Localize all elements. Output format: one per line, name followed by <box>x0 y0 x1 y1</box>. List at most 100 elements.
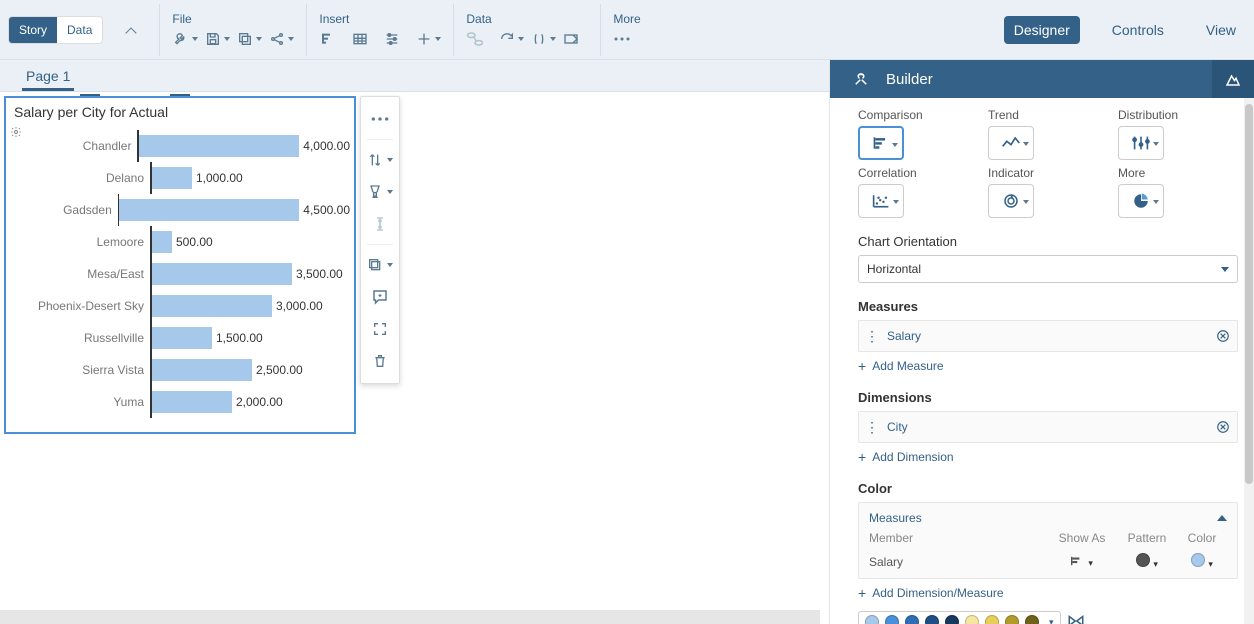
trend-type-button[interactable] <box>988 126 1034 160</box>
drag-handle-icon[interactable]: ⋮ <box>865 328 879 345</box>
variables-icon[interactable] <box>530 30 548 48</box>
legend-icon[interactable] <box>1067 614 1085 624</box>
link-data-icon[interactable] <box>466 30 484 48</box>
barchart-icon[interactable] <box>319 30 337 48</box>
builder-panel: Builder Comparison Trend Distribution Co… <box>829 60 1254 624</box>
measure-chip-label: Salary <box>887 329 921 343</box>
showas-selector[interactable]: ▾ <box>1047 555 1117 569</box>
wrench-icon[interactable] <box>172 30 190 48</box>
more-actions-icon[interactable] <box>366 105 394 133</box>
trash-icon[interactable] <box>366 347 394 375</box>
more-label: More <box>613 12 640 26</box>
bar[interactable] <box>152 359 252 381</box>
correlation-type-button[interactable] <box>858 184 904 218</box>
bar[interactable] <box>139 135 299 157</box>
showas-col-label: Show As <box>1047 531 1117 545</box>
value-label: 2,000.00 <box>236 395 283 409</box>
more-types-button[interactable] <box>1118 184 1164 218</box>
builder-tools-icon[interactable] <box>842 70 880 88</box>
value-label: 3,500.00 <box>296 267 343 281</box>
drag-handle-icon[interactable]: ⋮ <box>865 419 879 436</box>
chart-type-grid: Comparison Trend Distribution Correlatio… <box>858 108 1238 218</box>
palette-selector[interactable]: ▾ <box>858 611 1061 624</box>
chart-row: Lemoore500.00 <box>10 226 350 258</box>
orientation-dropdown[interactable]: Horizontal <box>858 255 1238 283</box>
palette-swatch[interactable] <box>905 615 919 624</box>
rank-icon[interactable] <box>366 178 394 206</box>
save-icon[interactable] <box>204 30 222 48</box>
comment-icon[interactable] <box>366 283 394 311</box>
add-dim-measure-link[interactable]: Add Dimension/Measure <box>858 585 1238 601</box>
copy-chart-icon[interactable] <box>366 251 394 279</box>
color-box: Measures Member Show As Pattern Color Sa… <box>858 502 1238 579</box>
canvas[interactable]: Salary per City for Actual Chandler4,000… <box>0 92 429 624</box>
more-icon[interactable] <box>613 30 631 48</box>
plus-icon[interactable] <box>415 30 433 48</box>
collapse-ribbon-icon[interactable] <box>126 27 137 38</box>
remove-measure-icon[interactable] <box>1215 328 1231 344</box>
top-toolbar: Story Data File Insert Data <box>0 0 1254 60</box>
palette-swatch[interactable] <box>985 615 999 624</box>
distribution-label: Distribution <box>1118 108 1238 122</box>
measure-chip[interactable]: ⋮ Salary <box>858 320 1238 352</box>
color-member-row: Salary ▾ ▾ ▾ <box>869 553 1227 570</box>
mode-data[interactable]: Data <box>57 17 102 43</box>
gear-icon[interactable] <box>10 126 22 138</box>
refresh-icon[interactable] <box>498 30 516 48</box>
bar[interactable] <box>152 327 212 349</box>
comparison-label: Comparison <box>858 108 978 122</box>
bar[interactable] <box>152 391 232 413</box>
copy-icon[interactable] <box>236 30 254 48</box>
indicator-type-button[interactable] <box>988 184 1034 218</box>
palette-swatch[interactable] <box>1005 615 1019 624</box>
status-bar <box>0 610 820 624</box>
value-label: 500.00 <box>176 235 213 249</box>
controls-tab[interactable]: Controls <box>1102 16 1174 44</box>
color-header: Color <box>858 481 1238 496</box>
builder-header: Builder <box>830 60 1254 98</box>
palette-swatch[interactable] <box>1025 615 1039 624</box>
palette-swatch[interactable] <box>965 615 979 624</box>
bar[interactable] <box>152 167 192 189</box>
palette-swatch[interactable] <box>885 615 899 624</box>
distribution-type-button[interactable] <box>1118 126 1164 160</box>
palette-swatch[interactable] <box>865 615 879 624</box>
comparison-type-button[interactable] <box>858 126 904 160</box>
share-icon[interactable] <box>268 30 286 48</box>
input-control-icon[interactable] <box>383 30 401 48</box>
perspective-tabs: Designer Controls View <box>1004 16 1246 44</box>
data-group: Data <box>453 4 592 56</box>
trend-label: Trend <box>988 108 1108 122</box>
chart-title: Salary per City for Actual <box>6 98 354 126</box>
pattern-selector[interactable]: ▾ <box>1117 553 1177 570</box>
chart-tile[interactable]: Salary per City for Actual Chandler4,000… <box>4 96 356 434</box>
variance-icon[interactable] <box>366 210 394 238</box>
bar[interactable] <box>152 231 172 253</box>
bar[interactable] <box>152 295 272 317</box>
dimension-chip[interactable]: ⋮ City <box>858 411 1238 443</box>
panel-scrollbar[interactable] <box>1244 98 1254 624</box>
page1-tab[interactable]: Page 1 <box>22 62 74 91</box>
chart-action-toolbar <box>360 96 400 384</box>
table-icon[interactable] <box>351 30 369 48</box>
mode-story[interactable]: Story <box>9 17 57 43</box>
sort-icon[interactable] <box>366 146 394 174</box>
color-selector[interactable]: ▾ <box>1177 553 1227 570</box>
palette-swatch[interactable] <box>925 615 939 624</box>
insert-label: Insert <box>319 12 433 26</box>
designer-tab[interactable]: Designer <box>1004 16 1080 44</box>
bar[interactable] <box>119 199 299 221</box>
add-dimension-link[interactable]: Add Dimension <box>858 449 1238 465</box>
view-tab[interactable]: View <box>1196 16 1246 44</box>
remove-dimension-icon[interactable] <box>1215 419 1231 435</box>
bar[interactable] <box>152 263 292 285</box>
collapse-icon[interactable] <box>1217 515 1227 521</box>
fullscreen-icon[interactable] <box>366 315 394 343</box>
file-group: File <box>159 4 298 56</box>
value-label: 1,500.00 <box>216 331 263 345</box>
more-types-label: More <box>1118 166 1238 180</box>
palette-swatch[interactable] <box>945 615 959 624</box>
add-measure-link[interactable]: Add Measure <box>858 358 1238 374</box>
prompt-icon[interactable] <box>562 30 580 48</box>
styling-tab-icon[interactable] <box>1212 60 1254 98</box>
